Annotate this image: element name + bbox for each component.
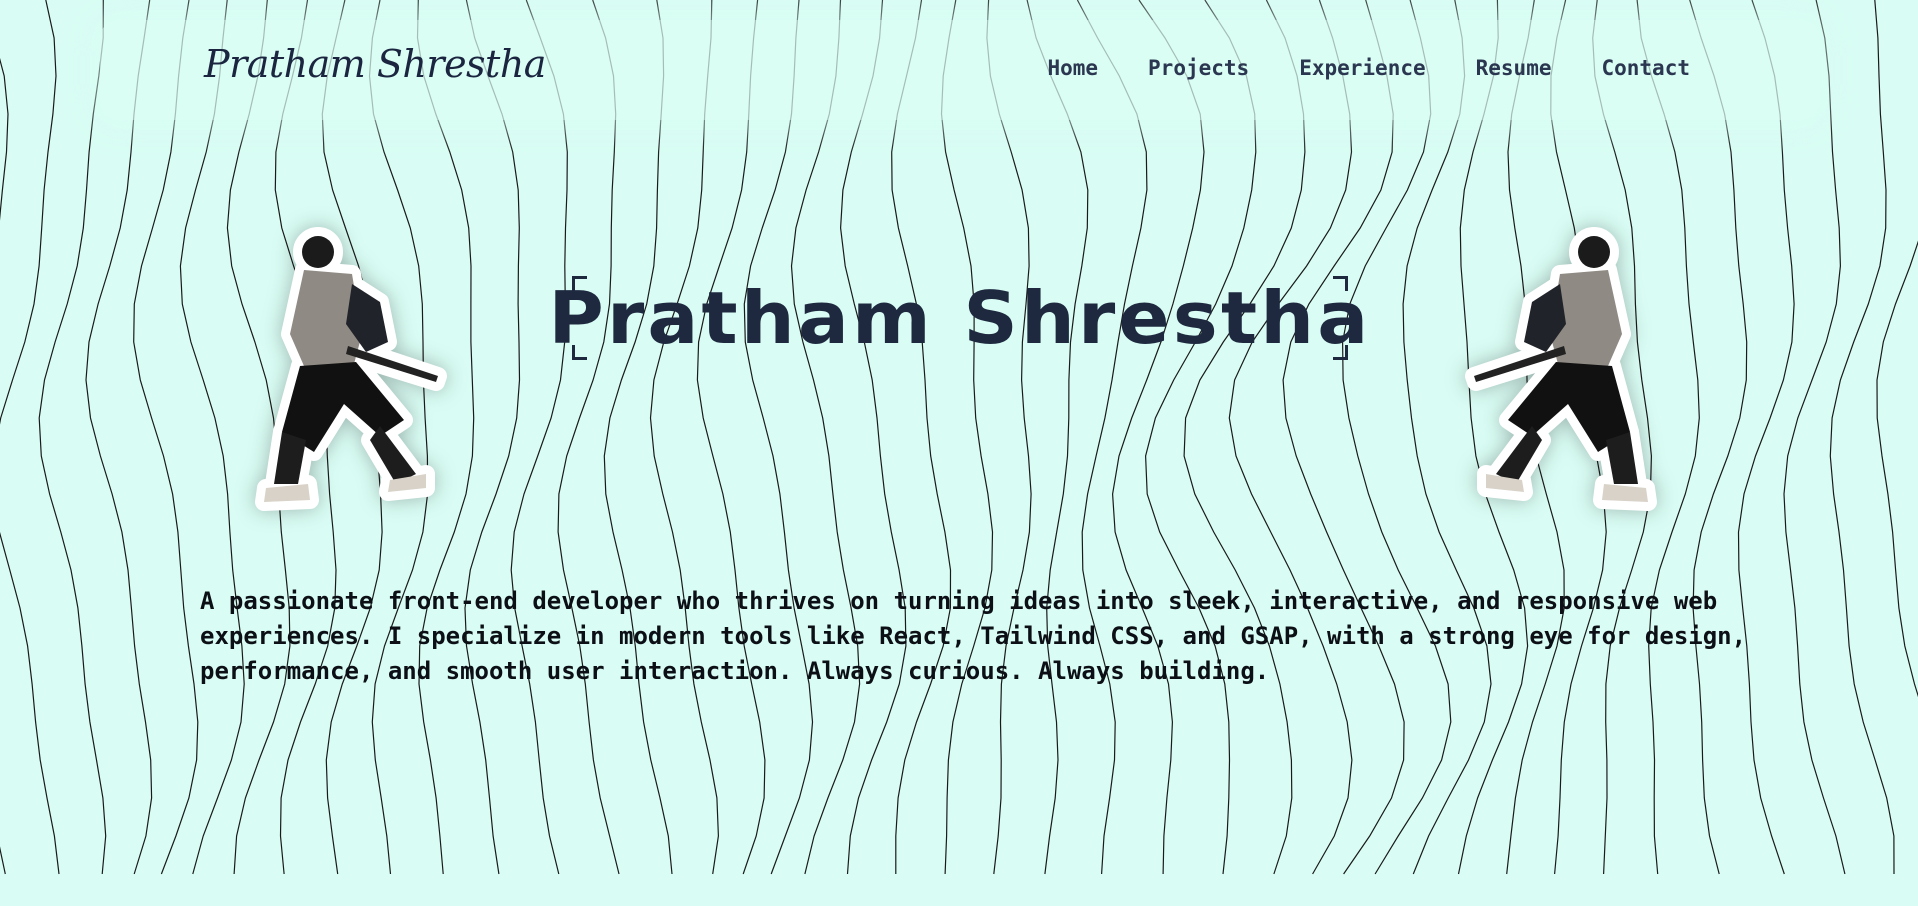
person-with-sword-icon <box>1465 227 1657 511</box>
wave-line <box>891 0 952 874</box>
wave-line <box>839 0 907 875</box>
wave-line <box>1026 0 1089 875</box>
person-with-sword-icon <box>255 227 447 511</box>
hero-title: Pratham Shrestha <box>548 276 1372 360</box>
hero-bio: A passionate front-end developer who thr… <box>200 587 1747 685</box>
wave-line <box>133 0 199 875</box>
nav-home-link[interactable]: Home <box>1047 56 1098 80</box>
wave-line <box>1144 0 1257 875</box>
left-person-figure <box>248 226 518 556</box>
navbar: Pratham Shrestha Home Projects Experienc… <box>100 20 1820 120</box>
wave-line <box>510 0 568 875</box>
portfolio-page: Pratham Shrestha Home Projects Experienc… <box>0 0 1918 906</box>
wave-line <box>0 0 60 875</box>
right-person-figure <box>1394 226 1664 556</box>
wave-line <box>940 0 994 875</box>
wave-line <box>557 0 620 875</box>
wave-line <box>603 0 673 875</box>
wave-line <box>1783 0 1846 875</box>
nav-projects-link[interactable]: Projects <box>1148 56 1249 80</box>
wave-line <box>986 0 1032 875</box>
hero-title-frame: Pratham Shrestha <box>549 276 1368 360</box>
nav-links: Home Projects Experience Resume Contact <box>1047 56 1690 80</box>
wave-line <box>790 0 861 875</box>
nav-experience-link[interactable]: Experience <box>1299 56 1425 80</box>
nav-resume-link[interactable]: Resume <box>1476 56 1552 80</box>
nav-contact-link[interactable]: Contact <box>1601 56 1690 80</box>
brand-logo[interactable]: Pratham Shrestha <box>204 42 546 86</box>
wave-line <box>1111 0 1205 875</box>
wave-line <box>696 0 766 875</box>
wave-line <box>1829 0 1895 875</box>
wave-line <box>1282 0 1405 875</box>
wave-line <box>743 0 814 875</box>
wave-line <box>1737 0 1795 875</box>
wave-line <box>179 0 245 875</box>
wave-line <box>1689 0 1748 875</box>
wave-line <box>1076 0 1148 875</box>
wave-line <box>1876 240 1918 698</box>
wave-line <box>85 0 153 875</box>
wave-line <box>0 57 9 875</box>
